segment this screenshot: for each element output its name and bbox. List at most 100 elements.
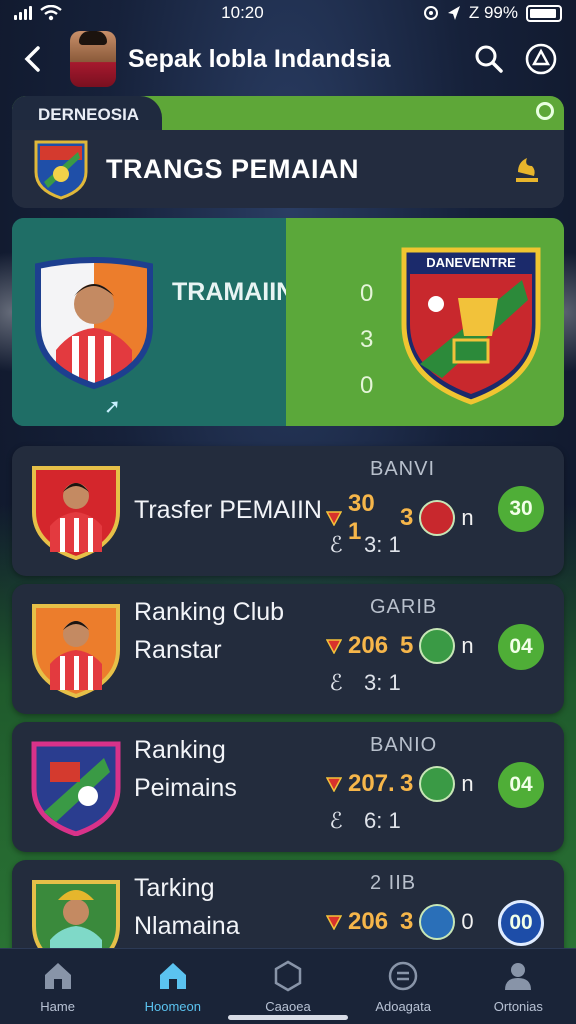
stat-row: 206 5 n [326,628,474,664]
home-icon [159,963,186,989]
player-crest-icon [32,466,120,560]
team-crest-icon [34,140,88,200]
nav-label: Adoagata [375,999,431,1014]
list-item-tag: BANVI [370,458,436,480]
player-crest-icon [32,604,120,698]
search-icon [475,45,503,73]
assist-icon: ℰ [329,532,343,557]
stat-row: 206 3 0 [326,904,474,940]
score-value: 0 [360,280,374,307]
score-pill[interactable]: 00 [498,900,544,946]
nav-label: Caaoea [265,999,311,1014]
status-battery-text: Z 99% [468,3,518,22]
sub-stat-value: 3: 1 [364,532,401,557]
page-title: Sepak lobla Indandsia [128,44,391,73]
match-left-panel: TRAMAIIN ➚ [12,218,294,426]
player-portrait-shield [35,257,153,390]
avatar[interactable] [70,31,116,87]
nav-item-adoagata[interactable]: Adoagata [353,959,453,1014]
match-label: TRAMAIIN [172,278,295,306]
banner-title: TRANGS PEMAIAN [106,153,360,184]
club-crest-icon: DANEVENTRE [401,247,541,405]
score-pill[interactable]: 30 [498,486,544,532]
app-header: Sepak lobla Indandsia [0,26,576,92]
stat-rank: 3 [400,908,414,935]
stat-suffix: 0 [461,909,474,934]
sub-stat-row: ℰ 6: 1 [326,808,401,834]
list-item-name: Ranking Club [134,598,285,626]
stat-suffix: n [461,505,474,530]
nav-item-caaoea[interactable]: Caaoea [238,959,338,1014]
club-crest-text: DANEVENTRE [426,255,516,270]
wifi-icon [40,5,62,21]
shield-marker-icon [326,777,342,792]
trophy-icon[interactable] [510,152,544,186]
banner-body: TRANGS PEMAIAN [12,130,564,208]
hexagon-icon [274,960,302,992]
mini-crest-icon [419,628,456,664]
list-item-name: Tarking [134,874,215,902]
nav-item-hoomeon[interactable]: Hoomeon [123,959,223,1014]
signal-icon [14,6,32,20]
sub-stat-value: 6: 1 [364,808,401,833]
shield-marker-icon [326,915,342,930]
bottom-navigation: Hame Hoomeon Caaoea Adoagata Ortonias [0,948,576,1024]
list-item[interactable]: Trasfer PEMAIIN BANVI 30 1 3 n 30 ℰ 3: 1 [12,446,564,576]
stat-rank: 3 [400,504,414,531]
nav-label: Hoomeon [144,999,201,1014]
stat-row: 207. 3 n [326,766,474,802]
sub-stat-row: ℰ 3: 1 [326,670,401,696]
score-pill[interactable]: 04 [498,624,544,670]
nav-label: Ortonias [493,999,543,1014]
nav-item-ortonias[interactable]: Ortonias [468,959,568,1014]
club-badge-icon [31,741,121,836]
list-item-name: Ranking [134,736,226,764]
featured-match-card[interactable]: TRAMAIIN ➚ 0 3 0 DANEVENTRE [12,218,564,426]
list-item-tag: 2 IIB [370,872,417,894]
status-time: 10:20 [221,3,264,22]
score-pill[interactable]: 04 [498,762,544,808]
list-item-subname: Peimains [134,774,237,802]
status-bar: 10:20 Z 99% [0,0,576,26]
sub-stat-row: ℰ 3: 1 [326,532,401,558]
stat-suffix: n [461,633,474,658]
stat-value: 206 [348,632,389,659]
list-item-name: Trasfer PEMAIIN [134,496,322,524]
battery-icon [526,4,562,22]
list-item[interactable]: Ranking Peimains BANIO 207. 3 n 04 ℰ 6: … [12,722,564,852]
score-column: 0 3 0 [360,280,373,400]
badge-icon [388,961,418,991]
search-button[interactable] [468,38,510,80]
stat-rank: 5 [400,632,414,659]
score-value: 0 [360,372,374,399]
mini-crest-icon [419,766,456,802]
list-item[interactable]: Ranking Club Ranstar GARIB 206 5 n 04 ℰ … [12,584,564,714]
shield-marker-icon [326,511,342,526]
expand-arrow-icon[interactable]: ➚ [104,394,121,419]
nav-label: Hame [40,999,75,1014]
user-icon [505,963,532,990]
score-value: 3 [360,326,374,353]
stat-value: 207. [348,770,395,797]
alarm-icon [423,6,438,20]
list-item-tag: BANIO [370,734,438,756]
stat-value: 206 [348,908,389,935]
main-content: DERNEOSIA TRANGS PEMAIAN TRAMAIIN ➚ 0 3 … [12,96,564,990]
list-item-subname: Ranstar [134,636,222,664]
assist-icon: ℰ [329,808,343,833]
mini-crest-icon [419,500,456,536]
back-button[interactable] [14,41,50,77]
home-indicator[interactable] [228,1015,348,1020]
assist-icon: ℰ [329,670,343,695]
banner-tab-label: DERNEOSIA [12,96,162,130]
notification-button[interactable] [520,38,562,80]
sub-stat-value: 3: 1 [364,670,401,695]
match-right-panel: 0 3 0 DANEVENTRE [286,218,564,426]
chevron-left-icon [24,46,40,72]
section-banner[interactable]: DERNEOSIA TRANGS PEMAIAN [12,96,564,208]
mini-crest-icon [419,904,456,940]
home-icon [44,963,71,989]
bell-icon [525,43,557,75]
location-icon [447,6,460,20]
nav-item-hame[interactable]: Hame [8,959,108,1014]
